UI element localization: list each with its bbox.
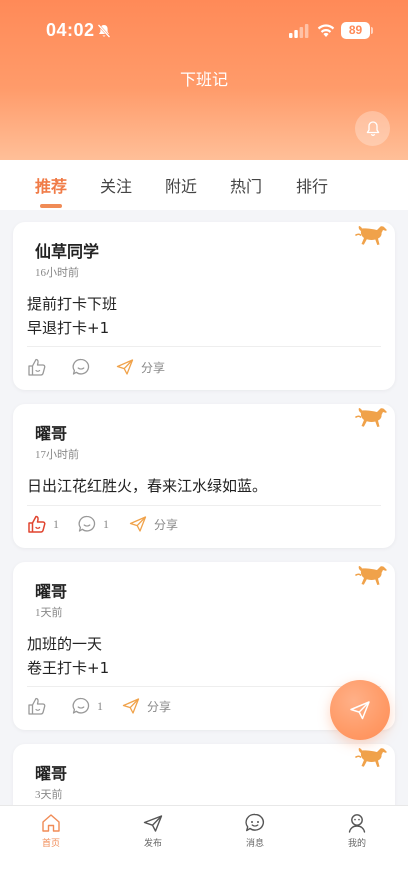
post-time: 17小时前	[35, 449, 79, 461]
send-icon	[129, 516, 147, 532]
nav-home[interactable]: 首页	[21, 812, 81, 849]
like-count: 1	[53, 516, 59, 531]
post-content[interactable]: 日出江花红胜火，春来江水绿如蓝。	[27, 474, 267, 498]
post-card[interactable]: 曜哥 17小时前 日出江花红胜火，春来江水绿如蓝。 1 1 分享	[13, 404, 395, 548]
like-button[interactable]: 1	[27, 514, 59, 534]
home-icon	[42, 814, 60, 832]
comment-count: 1	[97, 698, 103, 713]
post-time: 16小时前	[35, 267, 79, 279]
horse-icon	[355, 408, 387, 427]
send-icon	[350, 701, 370, 720]
notification-button[interactable]	[355, 111, 390, 146]
post-line: 日出江花红胜火，春来江水绿如蓝。	[27, 477, 268, 495]
wifi-icon	[317, 24, 335, 37]
tab-hot[interactable]: 热门	[230, 173, 262, 197]
share-button[interactable]: 分享	[128, 514, 178, 534]
tab-indicator	[40, 204, 62, 208]
comment-icon	[72, 358, 90, 375]
post-line: 早退打卡+1	[27, 319, 110, 337]
publish-fab[interactable]	[330, 680, 390, 740]
battery-indicator: 89	[341, 22, 370, 39]
tab-ranking[interactable]: 排行	[296, 173, 328, 197]
like-button[interactable]	[27, 696, 47, 716]
post-card[interactable]: 仙草同学 16小时前 提前打卡下班 早退打卡+1 分享	[13, 222, 395, 390]
mute-bell-icon	[97, 24, 111, 38]
thumbs-up-filled-icon	[28, 515, 46, 533]
divider	[27, 505, 381, 506]
post-time: 3天前	[35, 789, 63, 801]
share-button[interactable]: 分享	[115, 357, 165, 377]
post-line: 卷王打卡+1	[27, 659, 110, 677]
send-icon	[122, 698, 140, 714]
post-author[interactable]: 仙草同学	[35, 238, 99, 262]
share-label: 分享	[154, 517, 179, 532]
post-time: 1天前	[35, 607, 63, 619]
divider	[27, 686, 381, 687]
nav-messages[interactable]: 消息	[225, 812, 285, 849]
post-author[interactable]: 曜哥	[35, 760, 67, 784]
nav-profile[interactable]: 我的	[327, 812, 387, 849]
comment-button[interactable]	[71, 357, 91, 377]
post-author[interactable]: 曜哥	[35, 420, 67, 444]
nav-label: 首页	[41, 839, 60, 849]
like-button[interactable]	[27, 357, 47, 377]
thumbs-up-icon	[28, 697, 46, 715]
horse-icon	[355, 566, 387, 585]
nav-publish[interactable]: 发布	[123, 812, 183, 849]
comment-icon	[72, 697, 90, 714]
comment-icon	[78, 515, 96, 532]
thumbs-up-icon	[28, 358, 46, 376]
status-time: 04:02	[46, 20, 95, 40]
send-icon	[143, 815, 163, 832]
page-title: 下班记	[179, 70, 228, 89]
send-icon	[116, 359, 134, 375]
nav-label: 消息	[245, 839, 264, 849]
category-tabs: 推荐 关注 附近 热门 排行	[0, 160, 408, 210]
comment-count: 1	[103, 516, 109, 531]
share-label: 分享	[141, 360, 166, 375]
comment-button[interactable]: 1	[71, 696, 103, 716]
divider	[27, 346, 381, 347]
bell-icon	[366, 120, 379, 136]
bottom-nav: 首页 发布 消息 我的	[0, 805, 408, 883]
horse-icon	[355, 748, 387, 767]
signal-icon	[289, 24, 309, 38]
nav-label: 发布	[143, 839, 162, 849]
share-button[interactable]: 分享	[121, 696, 171, 716]
tab-recommend[interactable]: 推荐	[35, 173, 67, 197]
message-icon	[245, 813, 265, 832]
tab-nearby[interactable]: 附近	[165, 173, 197, 197]
nav-label: 我的	[347, 839, 366, 849]
tab-following[interactable]: 关注	[100, 173, 132, 197]
post-content[interactable]: 加班的一天 卷王打卡+1	[27, 632, 109, 680]
profile-icon	[348, 814, 366, 833]
battery-tip	[371, 27, 373, 34]
status-bar: 04:02 89	[0, 14, 408, 48]
horse-icon	[355, 226, 387, 245]
post-content[interactable]: 提前打卡下班 早退打卡+1	[27, 292, 117, 340]
post-line: 加班的一天	[27, 635, 103, 653]
header: 04:02 89 下班记	[0, 0, 408, 160]
share-label: 分享	[147, 699, 172, 714]
post-author[interactable]: 曜哥	[35, 578, 67, 602]
comment-button[interactable]: 1	[77, 514, 109, 534]
post-line: 提前打卡下班	[27, 295, 118, 313]
